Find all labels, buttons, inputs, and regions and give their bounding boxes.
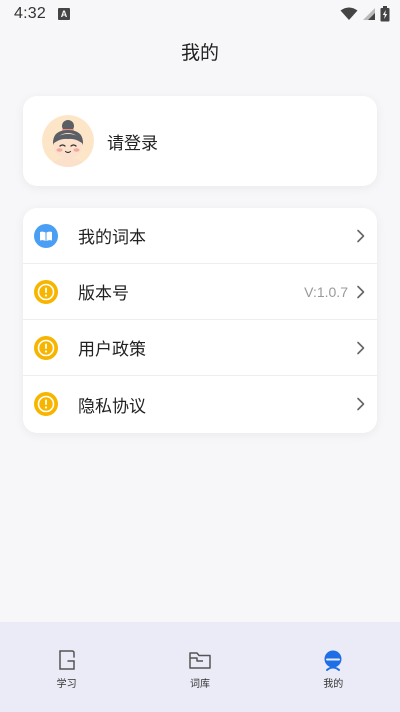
cartoon-avatar-icon xyxy=(42,115,94,167)
menu-card: 我的词本 版本号 V:1.0.7 用户政策 隐私协议 xyxy=(23,208,377,433)
tab-study[interactable]: 学习 xyxy=(0,622,133,712)
a-icon: A xyxy=(57,8,70,20)
menu-item-label: 用户政策 xyxy=(78,340,146,360)
version-value: V:1.0.7 xyxy=(304,283,348,300)
menu-item-user-policy[interactable]: 用户政策 xyxy=(23,320,377,376)
wifi-icon xyxy=(340,7,358,20)
tab-label: 词库 xyxy=(189,679,210,690)
menu-item-label: 隐私协议 xyxy=(78,396,146,417)
tab-label: 我的 xyxy=(323,679,344,690)
menu-item-label: 我的词本 xyxy=(78,228,146,248)
bottom-tab-bar: 学习 词库 我的 xyxy=(0,622,400,712)
chevron-right-icon xyxy=(357,229,365,242)
status-left: 4:32 A xyxy=(14,5,70,23)
page-title: 我的 xyxy=(180,42,219,64)
menu-item-version[interactable]: 版本号 V:1.0.7 xyxy=(23,264,377,320)
study-icon xyxy=(58,650,75,670)
folder-icon xyxy=(189,652,211,669)
info-icon xyxy=(34,392,58,416)
tab-wordbank[interactable]: 词库 xyxy=(133,622,266,712)
signal-icon xyxy=(363,8,375,20)
chevron-right-icon xyxy=(357,341,365,354)
menu-item-privacy-agreement[interactable]: 隐私协议 xyxy=(23,376,377,432)
status-bar: 4:32 A xyxy=(0,0,400,28)
tab-profile[interactable]: 我的 xyxy=(267,622,400,712)
book-icon xyxy=(34,223,58,248)
status-time: 4:32 xyxy=(14,5,46,22)
chevron-right-icon xyxy=(357,397,365,411)
status-right xyxy=(340,6,390,22)
menu-item-label: 版本号 xyxy=(78,284,129,304)
login-card[interactable]: 请登录 xyxy=(23,96,377,186)
tab-label: 学习 xyxy=(56,679,77,690)
profile-icon xyxy=(324,650,342,671)
info-icon xyxy=(34,279,58,304)
login-prompt[interactable]: 请登录 xyxy=(107,129,158,154)
menu-item-my-wordbook[interactable]: 我的词本 xyxy=(23,208,377,264)
chevron-right-icon xyxy=(357,285,365,298)
avatar[interactable] xyxy=(42,115,94,167)
info-icon xyxy=(34,335,58,360)
battery-charging-icon xyxy=(380,6,390,22)
